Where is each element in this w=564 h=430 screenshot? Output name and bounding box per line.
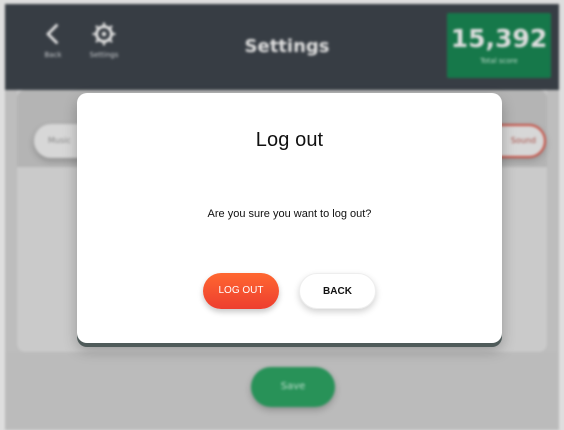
logout-screen: Back Settings Settings 15,392 Total scor… bbox=[0, 0, 564, 430]
log-out-button[interactable]: LOG OUT bbox=[203, 273, 279, 309]
dialog-message: Are you sure you want to log out? bbox=[207, 208, 372, 220]
logout-dialog: Log out Are you sure you want to log out… bbox=[77, 93, 502, 343]
dialog-title: Log out bbox=[255, 129, 324, 151]
back-button[interactable]: BACK bbox=[299, 273, 376, 309]
